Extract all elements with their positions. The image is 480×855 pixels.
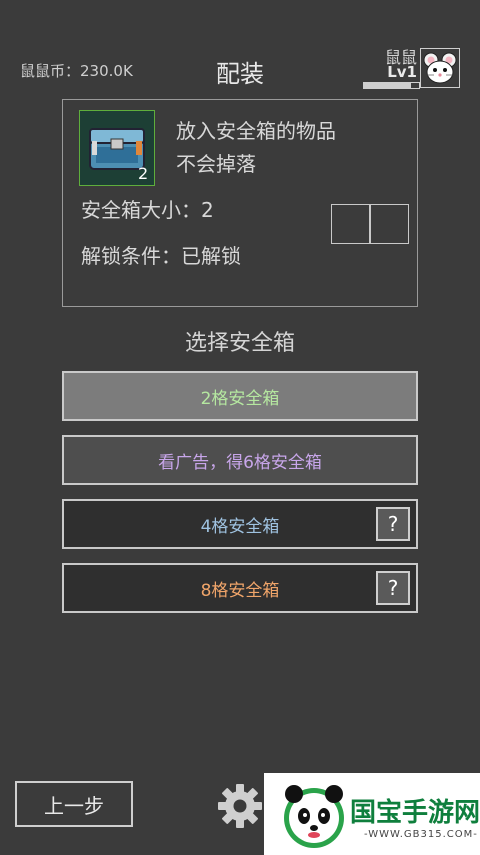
option-8-slot-safe-box[interactable]: 8格安全箱 ?: [62, 563, 418, 613]
option-label: 看广告，得6格安全箱: [158, 452, 322, 473]
safe-box-description-line2: 不会掉落: [176, 152, 256, 176]
safe-box-slot[interactable]: [370, 204, 409, 244]
help-icon[interactable]: ?: [376, 507, 410, 541]
mouse-avatar-icon: [423, 52, 457, 84]
settings-button[interactable]: [216, 782, 264, 830]
gear-icon: [218, 784, 262, 828]
level-progress-fill: [364, 83, 411, 88]
unlock-condition: 解锁条件：已解锁: [81, 244, 241, 268]
option-2-slot-safe-box[interactable]: 2格安全箱: [62, 371, 418, 421]
option-label: 2格安全箱: [200, 388, 280, 409]
safe-box-capacity: 安全箱大小：2: [81, 198, 214, 222]
back-button[interactable]: 上一步: [15, 781, 133, 827]
item-count: 2: [138, 164, 149, 183]
safe-box-slot[interactable]: [331, 204, 370, 244]
help-icon[interactable]: ?: [376, 571, 410, 605]
level-progress-bar: [363, 82, 420, 89]
option-label: 4格安全箱: [200, 516, 280, 537]
user-level: Lv1: [387, 63, 417, 81]
safe-box-description-line1: 放入安全箱的物品: [176, 119, 336, 143]
option-4-slot-safe-box[interactable]: 4格安全箱 ?: [62, 499, 418, 549]
section-title: 选择安全箱: [184, 331, 295, 356]
option-label: 8格安全箱: [200, 580, 280, 601]
back-button-label: 上一步: [44, 793, 104, 818]
avatar[interactable]: [420, 48, 460, 88]
panda-logo-icon: [284, 785, 344, 848]
watermark-url: -WWW.GB315.COM-: [364, 829, 478, 840]
option-ad-6-slot-safe-box[interactable]: 看广告，得6格安全箱: [62, 435, 418, 485]
watermark-text: 国宝手游网: [350, 798, 480, 828]
